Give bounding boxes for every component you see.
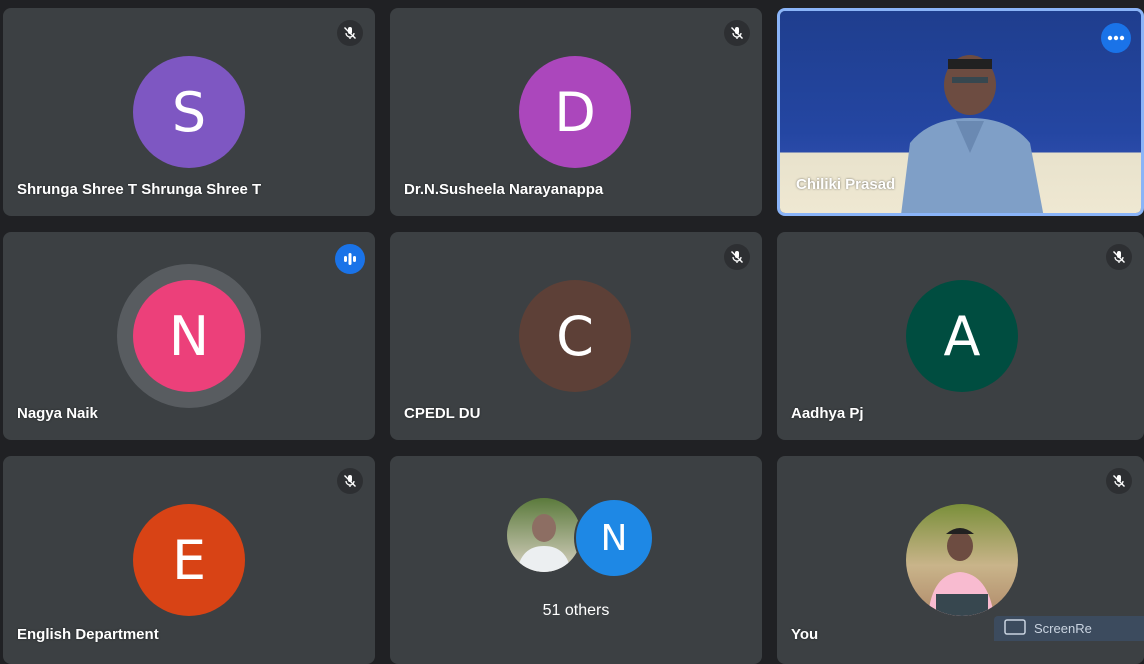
avatar: S (133, 56, 245, 168)
participant-photo-avatar (507, 498, 581, 572)
participant-name: Chiliki Prasad (796, 176, 896, 193)
more-options-icon[interactable] (1101, 23, 1131, 53)
participant-tile-nagya[interactable]: N Nagya Naik (3, 232, 375, 440)
others-count-label: 51 others (542, 602, 610, 619)
audio-level-icon (335, 244, 365, 274)
participant-name: Shrunga Shree T Shrunga Shree T (17, 181, 262, 198)
avatar: E (133, 504, 245, 616)
mic-off-icon (1106, 244, 1132, 270)
participant-video-person (901, 55, 1044, 213)
participant-tile-chiliki-video[interactable]: Chiliki Prasad (777, 8, 1144, 216)
avatar: N (133, 280, 245, 392)
participant-name: You (791, 626, 819, 643)
participant-tile-shrunga[interactable]: S Shrunga Shree T Shrunga Shree T (3, 8, 375, 216)
participant-tile-cpedl[interactable]: C CPEDL DU (390, 232, 762, 440)
participant-name: CPEDL DU (404, 405, 481, 422)
participant-photo-avatar (906, 504, 1018, 616)
participant-tile-aadhya[interactable]: A Aadhya Pj (777, 232, 1144, 440)
screen-share-icon (1004, 619, 1026, 638)
participant-name: Aadhya Pj (791, 405, 864, 422)
mic-off-icon (337, 468, 363, 494)
participant-tile-susheela[interactable]: D Dr.N.Susheela Narayanappa (390, 8, 762, 216)
avatar: N (574, 498, 654, 578)
avatar: A (906, 280, 1018, 392)
mic-off-icon (724, 20, 750, 46)
avatar: C (519, 280, 631, 392)
participant-tile-others[interactable]: N 51 others (390, 456, 762, 664)
participant-name: English Department (17, 626, 159, 643)
mic-off-icon (1106, 468, 1132, 494)
screen-share-chip[interactable]: ScreenRe (994, 616, 1144, 641)
participant-name: Nagya Naik (17, 405, 98, 422)
avatar: D (519, 56, 631, 168)
participant-name: Dr.N.Susheela Narayanappa (404, 181, 604, 198)
mic-off-icon (337, 20, 363, 46)
mic-off-icon (724, 244, 750, 270)
participant-tile-english-dept[interactable]: E English Department (3, 456, 375, 664)
screen-share-label: ScreenRe (1034, 621, 1092, 636)
